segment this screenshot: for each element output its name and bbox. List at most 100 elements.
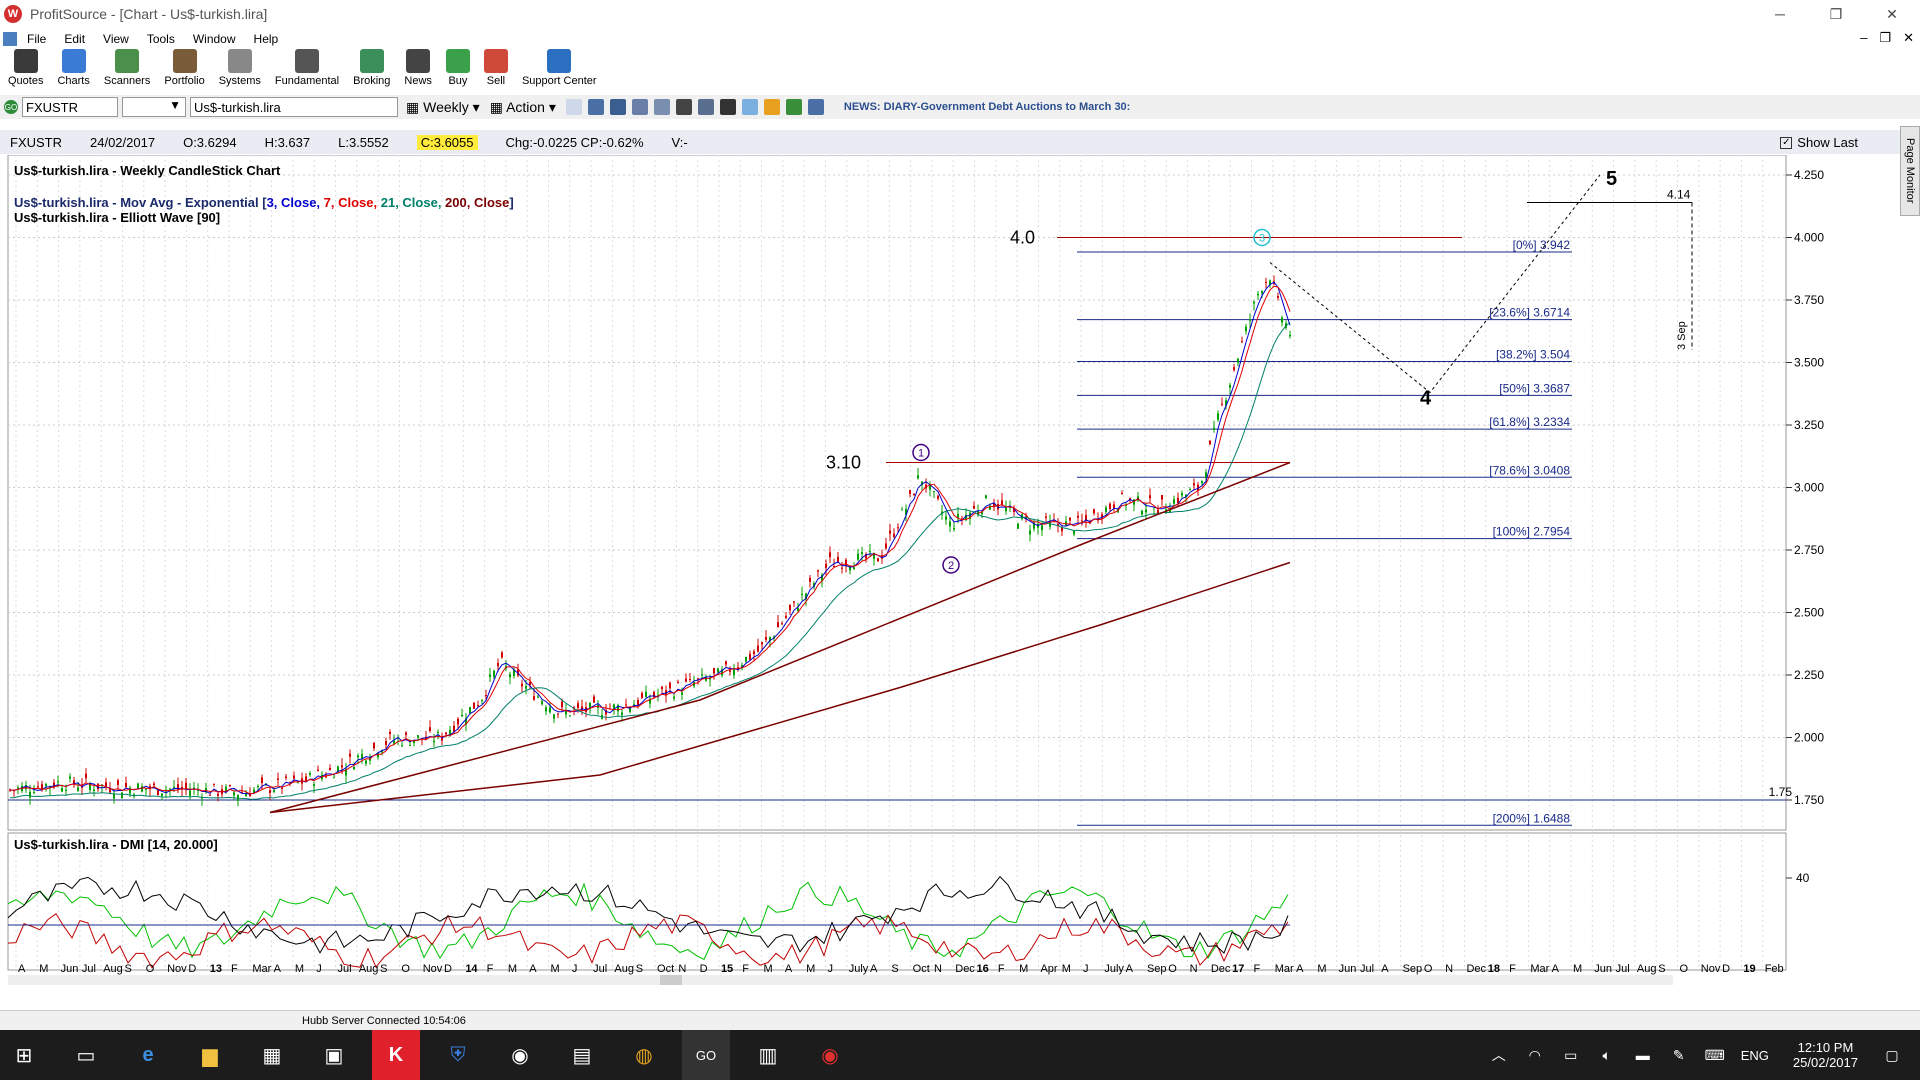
- menu-tools[interactable]: Tools: [147, 32, 175, 46]
- candle-body: [357, 755, 359, 758]
- candle-body: [913, 493, 915, 496]
- x-tick-label: M: [551, 963, 560, 975]
- tool-icon-2[interactable]: [587, 99, 604, 115]
- task-view-icon[interactable]: ▭: [62, 1030, 110, 1080]
- candle-body: [285, 776, 287, 778]
- restore-button[interactable]: ❐: [1808, 0, 1864, 28]
- menu-view[interactable]: View: [103, 32, 129, 46]
- candle-body: [537, 696, 539, 698]
- action-menu[interactable]: ▦ Action ▾: [490, 99, 556, 116]
- candle-body: [309, 772, 311, 775]
- toolbar-sell-button[interactable]: Sell: [483, 49, 508, 87]
- battery-icon[interactable]: ▬: [1625, 1047, 1661, 1063]
- language-indicator[interactable]: ENG: [1741, 1048, 1769, 1063]
- x-tick-label: O: [1424, 963, 1433, 975]
- go-icon[interactable]: GO: [4, 100, 18, 114]
- toolbar-label: Portfolio: [164, 75, 205, 87]
- toolbar-support-center-button[interactable]: Support Center: [522, 49, 597, 87]
- candle-body: [69, 776, 71, 779]
- child-close-icon[interactable]: ✕: [1903, 30, 1914, 46]
- period-selector[interactable]: ▦ Weekly ▾: [406, 99, 480, 116]
- tool-icon-8[interactable]: [719, 99, 736, 115]
- tool-icon-5[interactable]: [653, 99, 670, 115]
- tool-icon-6[interactable]: [675, 99, 692, 115]
- show-last-toggle[interactable]: ✓ Show Last: [1780, 135, 1858, 150]
- x-tick-label: O: [401, 963, 410, 975]
- toolbar-portfolio-button[interactable]: Portfolio: [164, 49, 205, 87]
- pen-icon[interactable]: ✎: [1661, 1047, 1697, 1064]
- toolbar-charts-button[interactable]: Charts: [57, 49, 90, 87]
- x-tick-label: F: [231, 963, 238, 975]
- profitsource-taskbar-icon[interactable]: ◉: [806, 1030, 854, 1080]
- child-minimize-icon[interactable]: –: [1860, 30, 1867, 46]
- show-last-checkbox[interactable]: ✓: [1780, 136, 1793, 149]
- bulb-icon[interactable]: [741, 99, 758, 115]
- horizontal-scrollbar[interactable]: [8, 975, 1673, 985]
- tool-icon-1[interactable]: [565, 99, 582, 115]
- elliott-wave-label: 2: [948, 560, 954, 572]
- menu-help[interactable]: Help: [254, 32, 279, 46]
- menu-file[interactable]: File: [27, 32, 46, 46]
- candle-body: [1217, 413, 1219, 420]
- toolbar-fundamental-button[interactable]: Fundamental: [275, 49, 339, 87]
- menu-window[interactable]: Window: [193, 32, 236, 46]
- tool-icon-11[interactable]: [785, 99, 802, 115]
- toolbar-news-button[interactable]: News: [404, 49, 432, 87]
- toolbar-broking-button[interactable]: Broking: [353, 49, 390, 87]
- chrome-icon[interactable]: ◍: [620, 1030, 668, 1080]
- edge-icon[interactable]: e: [124, 1030, 172, 1080]
- tool-icon-3[interactable]: [609, 99, 626, 115]
- start-icon[interactable]: ⊞: [0, 1030, 48, 1080]
- keyboard-icon[interactable]: ⌨: [1697, 1047, 1733, 1064]
- go-app-icon[interactable]: GO: [682, 1030, 730, 1080]
- k-app-icon[interactable]: K: [372, 1030, 420, 1080]
- calculator-icon[interactable]: ▦: [248, 1030, 296, 1080]
- store-icon[interactable]: ▣: [310, 1030, 358, 1080]
- clock[interactable]: 12:10 PM 25/02/2017: [1793, 1040, 1858, 1070]
- network-icon[interactable]: ▭: [1553, 1047, 1589, 1064]
- symbol-dropdown[interactable]: ▼: [122, 97, 186, 117]
- candle-body: [1257, 293, 1259, 296]
- x-tick-label: O: [146, 963, 155, 975]
- tray-chevron-icon[interactable]: ︿: [1481, 1045, 1517, 1065]
- mdi-window-icon[interactable]: [3, 32, 17, 46]
- toolbar-scanners-button[interactable]: Scanners: [104, 49, 150, 87]
- x-tick-label: M: [764, 963, 773, 975]
- star-icon[interactable]: [763, 99, 780, 115]
- y-tick-label: 2.250: [1794, 668, 1824, 682]
- action-center-icon[interactable]: ▢: [1874, 1047, 1910, 1064]
- x-tick-label: J: [827, 963, 833, 975]
- toolbar-buy-button[interactable]: Buy: [445, 49, 470, 87]
- toolbar-quotes-button[interactable]: Quotes: [8, 49, 43, 87]
- scrollbar-thumb[interactable]: [660, 975, 682, 985]
- mouse-app-icon[interactable]: ◉: [496, 1030, 544, 1080]
- security-name-input[interactable]: [190, 97, 398, 117]
- close-button[interactable]: ✕: [1864, 0, 1920, 28]
- candle-body: [753, 651, 755, 655]
- toolbar-systems-button[interactable]: Systems: [219, 49, 261, 87]
- tool-icon-7[interactable]: [697, 99, 714, 115]
- candle-body: [825, 563, 827, 568]
- candle-body: [1069, 517, 1071, 521]
- symbol-input[interactable]: [22, 97, 118, 117]
- toolbar-label: Sell: [486, 75, 506, 87]
- tool-icon-12[interactable]: [807, 99, 824, 115]
- file-explorer-icon[interactable]: ▆: [186, 1030, 234, 1080]
- image-app-icon[interactable]: ▤: [558, 1030, 606, 1080]
- child-restore-icon[interactable]: ❐: [1879, 30, 1891, 46]
- camera-app-icon[interactable]: ▥: [744, 1030, 792, 1080]
- x-tick-label: M: [1317, 963, 1326, 975]
- x-tick-label: J: [316, 963, 322, 975]
- candle-body: [817, 570, 819, 572]
- shield-app-icon[interactable]: ⛨: [434, 1030, 482, 1080]
- volume-icon[interactable]: 🔈︎: [1589, 1047, 1625, 1064]
- menu-edit[interactable]: Edit: [64, 32, 85, 46]
- candle-body: [209, 794, 211, 796]
- x-tick-label: A: [1381, 963, 1389, 975]
- tool-icon-4[interactable]: [631, 99, 648, 115]
- news-ticker[interactable]: NEWS: DIARY-Government Debt Auctions to …: [844, 101, 1130, 113]
- x-tick-label: 19: [1743, 963, 1755, 975]
- wifi-icon[interactable]: ◠: [1517, 1047, 1553, 1064]
- price-chart[interactable]: [0%] 3.942 [23.6%] 3.6714 [38.2%] 3.504 [50…: [0, 155, 1905, 985]
- minimize-button[interactable]: ─: [1752, 0, 1808, 28]
